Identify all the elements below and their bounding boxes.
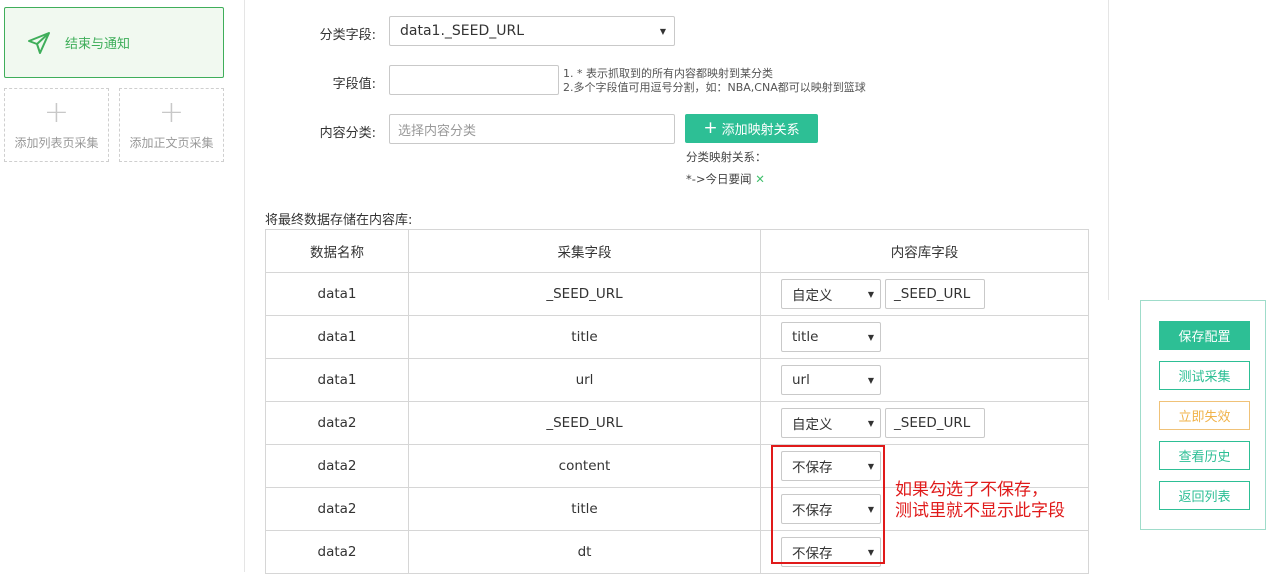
table-row: data1 url url ▼ <box>265 358 1089 402</box>
add-content-page-card[interactable]: + 添加正文页采集 <box>119 88 224 162</box>
plus-icon: + <box>158 94 185 130</box>
store-field-controls: url ▼ <box>761 365 1088 395</box>
cell-data-name: data1 <box>265 358 409 402</box>
add-list-page-card[interactable]: + 添加列表页采集 <box>4 88 109 162</box>
cell-collect-field: title <box>408 487 761 531</box>
category-field-label: 分类字段: <box>319 28 376 43</box>
cell-store-field: url ▼ <box>760 358 1089 402</box>
test-collect-button[interactable]: 测试采集 <box>1159 361 1250 390</box>
field-mapping-table: 数据名称 采集字段 内容库字段 data1 _SEED_URL 自定义 ▼ _SEED_… <box>265 229 1089 574</box>
store-field-controls: title ▼ <box>761 322 1088 352</box>
field-value-label: 字段值: <box>332 77 376 92</box>
category-field-value: data1._SEED_URL <box>400 23 525 39</box>
remove-mapping-icon[interactable]: ✕ <box>755 172 765 186</box>
cell-store-field: 自定义 ▼ _SEED_URL <box>760 401 1089 445</box>
plus-icon: + <box>703 118 718 138</box>
store-field-select-value: 自定义 <box>792 288 833 304</box>
mapping-item: *->今日要闻 ✕ <box>686 172 765 186</box>
cell-data-name: data1 <box>265 315 409 359</box>
custom-field-input[interactable]: _SEED_URL <box>885 279 985 309</box>
table-row: data2 dt 不保存 ▼ <box>265 530 1089 574</box>
caret-down-icon: ▼ <box>659 26 666 36</box>
store-label: 将最终数据存储在内容库: <box>265 213 413 228</box>
column-header-name: 数据名称 <box>265 229 409 273</box>
cell-store-field: 自定义 ▼ _SEED_URL <box>760 272 1089 316</box>
column-header-field: 采集字段 <box>408 229 761 273</box>
table-row: data2 _SEED_URL 自定义 ▼ _SEED_URL <box>265 401 1089 445</box>
category-field-select[interactable]: data1._SEED_URL ▼ <box>389 16 675 46</box>
mapping-title: 分类映射关系： <box>686 150 767 164</box>
store-field-select[interactable]: 自定义 ▼ <box>781 408 881 438</box>
field-value-hint: 1. * 表示抓取到的所有内容都映射到某分类 2.多个字段值可用逗号分割，如：N… <box>563 67 866 95</box>
cell-store-field: title ▼ <box>760 315 1089 359</box>
annotation-highlight-box <box>771 445 885 564</box>
finish-notify-label: 结束与通知 <box>65 37 131 52</box>
cell-data-name: data2 <box>265 487 409 531</box>
hint-line-1: 1. * 表示抓取到的所有内容都映射到某分类 <box>563 67 773 80</box>
back-to-list-button[interactable]: 返回列表 <box>1159 481 1250 510</box>
add-list-page-label: 添加列表页采集 <box>14 135 99 150</box>
cell-collect-field: _SEED_URL <box>408 401 761 445</box>
caret-down-icon: ▼ <box>867 289 874 299</box>
cell-collect-field: dt <box>408 530 761 574</box>
store-field-select-value: 自定义 <box>792 417 833 433</box>
view-history-button[interactable]: 查看历史 <box>1159 441 1250 470</box>
annotation-note: 如果勾选了不保存， 测试里就不显示此字段 <box>895 480 1065 521</box>
caret-down-icon: ▼ <box>867 375 874 385</box>
store-field-select[interactable]: 自定义 ▼ <box>781 279 881 309</box>
add-mapping-button[interactable]: + 添加映射关系 <box>685 114 818 143</box>
store-field-controls: 自定义 ▼ _SEED_URL <box>761 279 1088 309</box>
table-row: data1 _SEED_URL 自定义 ▼ _SEED_URL <box>265 272 1089 316</box>
right-divider <box>1108 0 1109 300</box>
disable-now-button[interactable]: 立即失效 <box>1159 401 1250 430</box>
hint-line-2: 2.多个字段值可用逗号分割，如：NBA,CNA都可以映射到篮球 <box>563 81 866 94</box>
cell-data-name: data2 <box>265 401 409 445</box>
content-category-placeholder: 选择内容分类 <box>398 123 477 139</box>
cell-data-name: data1 <box>265 272 409 316</box>
cell-collect-field: content <box>408 444 761 488</box>
plus-icon: + <box>43 94 70 130</box>
cell-data-name: data2 <box>265 530 409 574</box>
store-field-select[interactable]: title ▼ <box>781 322 881 352</box>
action-panel: 保存配置 测试采集 立即失效 查看历史 返回列表 <box>1140 300 1266 530</box>
paper-plane-icon <box>28 31 50 54</box>
finish-notify-card[interactable]: 结束与通知 <box>4 7 224 78</box>
add-content-page-label: 添加正文页采集 <box>129 135 214 150</box>
field-value-input[interactable] <box>389 65 559 95</box>
column-header-store: 内容库字段 <box>760 229 1089 273</box>
store-field-select[interactable]: url ▼ <box>781 365 881 395</box>
store-field-controls: 自定义 ▼ _SEED_URL <box>761 408 1088 438</box>
content-category-label: 内容分类: <box>319 126 376 141</box>
save-config-button[interactable]: 保存配置 <box>1159 321 1250 350</box>
table-row: data1 title title ▼ <box>265 315 1089 359</box>
cell-collect-field: _SEED_URL <box>408 272 761 316</box>
content-category-input[interactable]: 选择内容分类 <box>389 114 675 144</box>
cell-collect-field: title <box>408 315 761 359</box>
custom-field-input[interactable]: _SEED_URL <box>885 408 985 438</box>
left-divider <box>244 0 245 572</box>
store-field-select-value: title <box>792 329 819 345</box>
caret-down-icon: ▼ <box>867 332 874 342</box>
caret-down-icon: ▼ <box>867 418 874 428</box>
cell-collect-field: url <box>408 358 761 402</box>
cell-data-name: data2 <box>265 444 409 488</box>
store-field-select-value: url <box>792 372 810 388</box>
